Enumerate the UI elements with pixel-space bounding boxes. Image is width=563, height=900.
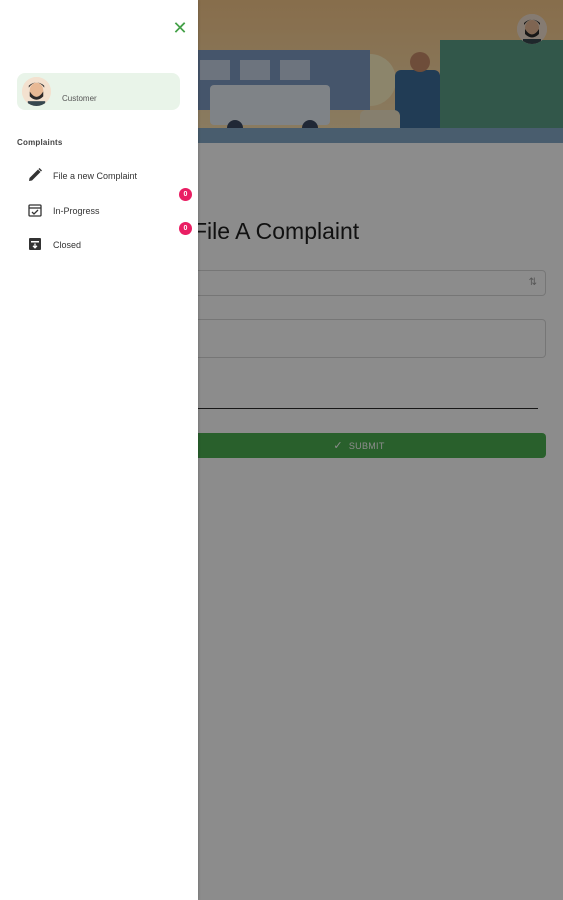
profile-role: Customer [62,94,97,103]
section-title-complaints: Complaints [17,138,63,147]
profile-card[interactable]: Customer [17,73,180,110]
in-progress-count-badge: 0 [179,188,192,201]
navigation-drawer: ✕ Customer Complaints File a new Complai… [0,0,198,900]
nav-item-label: Closed [53,240,82,250]
nav-item-label: In-Progress [53,206,100,216]
close-drawer-button[interactable]: ✕ [170,18,190,38]
nav-item-closed[interactable]: Closed [17,231,187,259]
pencil-icon [27,167,43,183]
calendar-check-icon [27,202,43,218]
nav-item-file-new-complaint[interactable]: File a new Complaint [17,162,187,190]
archive-box-icon [27,236,43,252]
closed-count-badge: 0 [179,222,192,235]
nav-item-in-progress[interactable]: In-Progress [17,197,187,225]
nav-item-label: File a new Complaint [53,171,138,181]
avatar [22,77,51,106]
close-icon: ✕ [172,18,188,38]
